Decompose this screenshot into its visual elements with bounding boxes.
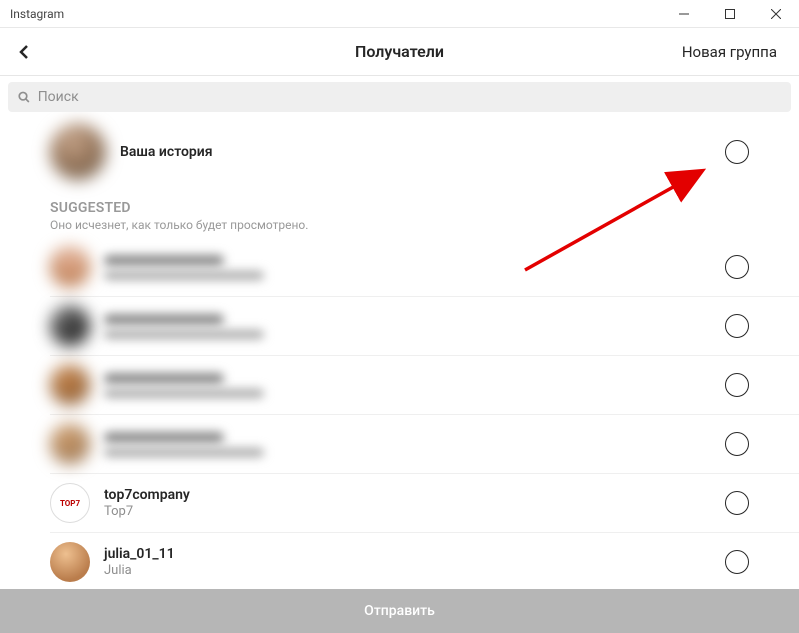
user-text <box>104 314 725 339</box>
user-display-name <box>104 330 264 339</box>
user-display-name: Julia <box>104 563 725 578</box>
user-avatar <box>50 365 90 405</box>
minimize-button[interactable] <box>661 0 707 28</box>
window-title: Instagram <box>0 7 661 21</box>
window-titlebar: Instagram <box>0 0 799 28</box>
close-icon <box>771 9 781 19</box>
user-text <box>104 373 725 398</box>
search-input[interactable] <box>38 89 781 105</box>
user-username: top7company <box>104 487 725 503</box>
your-story-label: Ваша история <box>120 144 725 160</box>
your-story-avatar <box>50 124 106 180</box>
user-checkbox[interactable] <box>725 491 749 515</box>
send-label: Отправить <box>364 603 435 619</box>
search-icon <box>18 91 30 103</box>
suggested-row[interactable]: julia_01_11Julia <box>50 533 799 589</box>
send-button[interactable]: Отправить <box>0 589 799 633</box>
back-button[interactable] <box>0 28 50 76</box>
user-display-name <box>104 389 264 398</box>
suggested-title: SUGGESTED <box>50 200 749 216</box>
user-avatar <box>50 247 90 287</box>
new-group-button[interactable]: Новая группа <box>682 43 777 61</box>
maximize-button[interactable] <box>707 0 753 28</box>
user-text: julia_01_11Julia <box>104 546 725 578</box>
suggested-row[interactable]: TOP7 top7companyTop7 <box>50 474 799 533</box>
user-avatar <box>50 424 90 464</box>
user-display-name <box>104 271 264 280</box>
user-checkbox[interactable] <box>725 373 749 397</box>
chevron-left-icon <box>18 45 32 59</box>
user-checkbox[interactable] <box>725 550 749 574</box>
user-avatar <box>50 306 90 346</box>
suggested-row[interactable] <box>50 297 799 356</box>
maximize-icon <box>725 9 735 19</box>
user-display-name: Top7 <box>104 504 725 519</box>
close-button[interactable] <box>753 0 799 28</box>
user-checkbox[interactable] <box>725 432 749 456</box>
search-bar[interactable] <box>8 82 791 112</box>
user-checkbox[interactable] <box>725 255 749 279</box>
page-title: Получатели <box>355 42 444 61</box>
user-text <box>104 255 725 280</box>
minimize-icon <box>679 9 689 19</box>
page-header: Получатели Новая группа <box>0 28 799 76</box>
user-avatar: TOP7 <box>50 483 90 523</box>
suggested-subtitle: Оно исчезнет, как только будет просмотре… <box>50 218 749 232</box>
user-username <box>104 432 224 443</box>
suggested-row[interactable] <box>50 238 799 297</box>
user-username <box>104 314 224 325</box>
suggested-header: SUGGESTED Оно исчезнет, как только будет… <box>0 200 799 238</box>
suggested-row[interactable] <box>50 356 799 415</box>
suggested-row[interactable] <box>50 415 799 474</box>
user-display-name <box>104 448 264 457</box>
your-story-row[interactable]: Ваша история <box>0 112 799 200</box>
user-checkbox[interactable] <box>725 314 749 338</box>
user-avatar <box>50 542 90 582</box>
recipients-list: Ваша история SUGGESTED Оно исчезнет, как… <box>0 112 799 589</box>
user-text: top7companyTop7 <box>104 487 725 519</box>
your-story-checkbox[interactable] <box>725 140 749 164</box>
search-container <box>0 76 799 116</box>
user-username <box>104 373 224 384</box>
user-text <box>104 432 725 457</box>
user-username <box>104 255 224 266</box>
user-username: julia_01_11 <box>104 546 725 562</box>
